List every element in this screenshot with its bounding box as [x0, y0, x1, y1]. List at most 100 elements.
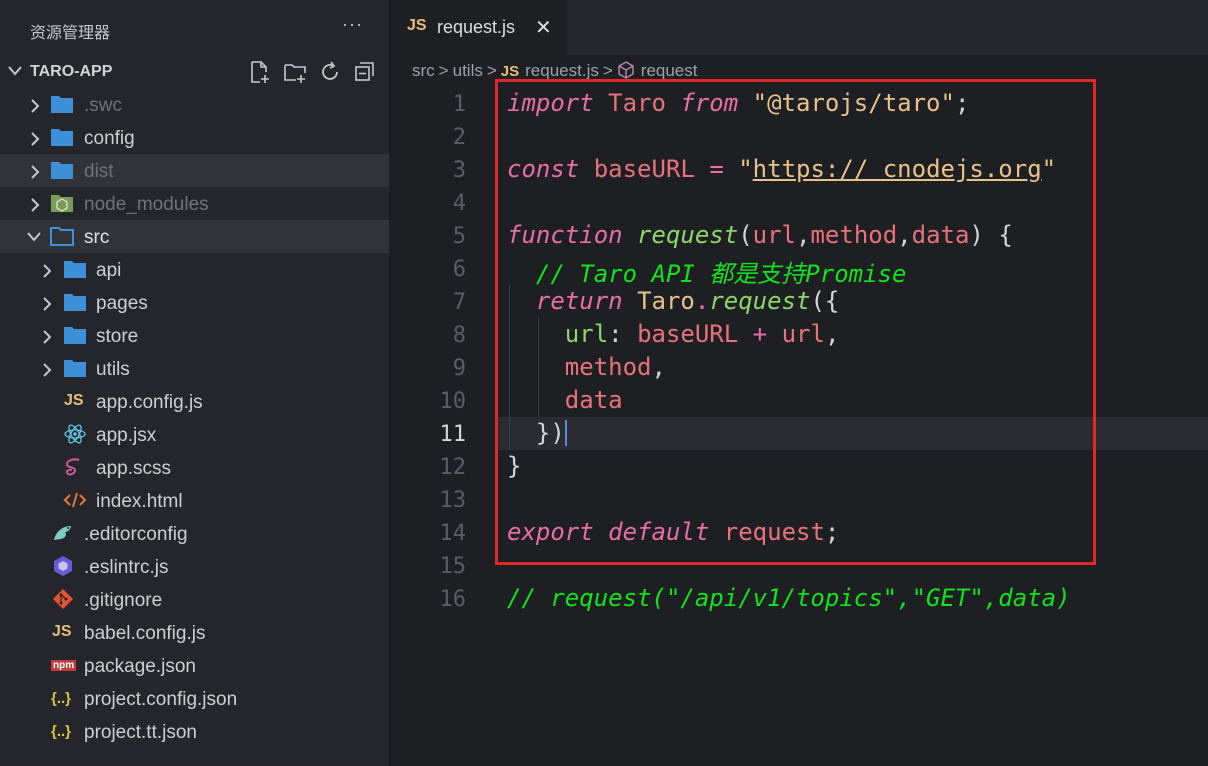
chevron-right-icon: [43, 363, 52, 377]
folder-icon: [51, 129, 73, 146]
line-number: 4: [452, 191, 466, 216]
tree-folder-swc[interactable]: .swc: [0, 88, 389, 121]
tab-request-js[interactable]: JS request.js ✕: [389, 0, 567, 55]
line-number: 6: [452, 257, 466, 282]
chevron-right-icon: >: [486, 61, 497, 80]
chevron-right-icon: [31, 198, 40, 212]
tree-folder-config[interactable]: config: [0, 121, 389, 154]
refresh-icon[interactable]: [318, 60, 342, 84]
tree-file-package-json[interactable]: npm package.json: [0, 649, 389, 682]
folder-icon: [64, 360, 86, 377]
tree-item-label: .swc: [84, 95, 122, 116]
chevron-right-icon: [31, 132, 40, 146]
folder-icon: [64, 327, 86, 344]
folder-icon: [51, 162, 73, 179]
new-file-icon[interactable]: [248, 60, 272, 84]
chevron-right-icon: [43, 330, 52, 344]
tree-file-index-html[interactable]: index.html: [0, 484, 389, 517]
breadcrumb-symbol[interactable]: request: [641, 61, 698, 80]
tree-item-label: project.config.json: [84, 689, 238, 710]
breadcrumb-file[interactable]: request.js: [525, 61, 599, 80]
chevron-right-icon: [31, 99, 40, 113]
line-number: 13: [439, 488, 467, 513]
tree-item-label: .gitignore: [84, 590, 163, 611]
react-icon: [64, 424, 86, 444]
line-number: 9: [452, 356, 466, 381]
tree-file-gitignore[interactable]: .gitignore: [0, 583, 389, 616]
tree-item-label: config: [84, 128, 135, 149]
line-number: 10: [439, 389, 467, 414]
highlight-annotation-box: [495, 79, 1096, 565]
line-number: 14: [439, 521, 467, 546]
chevron-right-icon: [43, 264, 52, 278]
tree-file-app-scss[interactable]: app.scss: [0, 451, 389, 484]
editor-tab-bar: JS request.js ✕: [389, 0, 1208, 55]
close-icon[interactable]: ✕: [535, 15, 552, 40]
tree-folder-utils[interactable]: utils: [0, 352, 389, 385]
chevron-down-icon: [27, 232, 41, 242]
symbol-method-icon: [618, 61, 634, 79]
tree-item-label: app.config.js: [96, 392, 203, 413]
breadcrumb-src[interactable]: src: [412, 61, 435, 80]
git-icon: [53, 589, 73, 609]
tree-item-label: .eslintrc.js: [84, 557, 169, 578]
folder-icon: [51, 96, 73, 113]
tree-item-label: package.json: [84, 656, 196, 677]
tree-file-project-config-json[interactable]: {..} project.config.json: [0, 682, 389, 715]
new-folder-icon[interactable]: [283, 60, 307, 84]
line-number: 5: [452, 224, 466, 249]
project-header[interactable]: TARO-APP: [0, 55, 389, 88]
line-number: 7: [452, 290, 466, 315]
tree-file-babel-config[interactable]: JS babel.config.js: [0, 616, 389, 649]
js-file-icon: JS: [64, 392, 84, 409]
tree-folder-store[interactable]: store: [0, 319, 389, 352]
tree-item-label: project.tt.json: [84, 722, 197, 743]
tree-file-project-tt-json[interactable]: {..} project.tt.json: [0, 715, 389, 748]
explorer-sidebar: 资源管理器 ··· TARO-APP .swc config dist node…: [0, 0, 389, 766]
collapse-all-icon[interactable]: [353, 60, 377, 84]
folder-icon: [64, 294, 86, 311]
tree-item-label: utils: [96, 359, 130, 380]
tree-file-app-config-js[interactable]: JS app.config.js: [0, 385, 389, 418]
comment: // request("/api/v1/topics","GET",data): [507, 584, 1071, 612]
breadcrumb-utils[interactable]: utils: [453, 61, 483, 80]
tree-folder-api[interactable]: api: [0, 253, 389, 286]
line-number: 12: [439, 455, 467, 480]
js-file-icon: JS: [407, 17, 427, 34]
tree-folder-pages[interactable]: pages: [0, 286, 389, 319]
tree-folder-src[interactable]: src: [0, 220, 389, 253]
tab-label: request.js: [437, 17, 516, 37]
eslint-icon: [54, 556, 72, 576]
chevron-right-icon: >: [602, 61, 613, 80]
tree-item-label: babel.config.js: [84, 623, 206, 644]
tree-item-label: app.scss: [96, 458, 171, 479]
node-folder-icon: [51, 195, 73, 212]
line-number: 3: [452, 158, 466, 183]
tree-item-label: api: [96, 260, 122, 281]
folder-icon: [64, 261, 86, 278]
json-icon: {..}: [51, 723, 72, 740]
tree-file-editorconfig[interactable]: .editorconfig: [0, 517, 389, 550]
js-file-icon: JS: [52, 623, 72, 640]
breadcrumb: src > utils > JS request.js > request: [412, 61, 697, 81]
js-file-icon: JS: [500, 63, 520, 80]
project-name: TARO-APP: [30, 63, 113, 80]
line-number: 15: [439, 554, 467, 579]
tree-file-app-jsx[interactable]: app.jsx: [0, 418, 389, 451]
tree-item-label: dist: [84, 161, 114, 182]
chevron-down-icon: [8, 66, 22, 76]
chevron-right-icon: [43, 297, 52, 311]
tree-file-eslintrc[interactable]: .eslintrc.js: [0, 550, 389, 583]
editorconfig-icon: [54, 526, 71, 540]
chevron-right-icon: [31, 165, 40, 179]
tree-item-label: node_modules: [84, 194, 209, 215]
tree-folder-dist[interactable]: dist: [0, 154, 389, 187]
more-actions-button[interactable]: ···: [342, 14, 363, 35]
line-number: 16: [439, 587, 467, 612]
line-number: 2: [452, 125, 466, 150]
tree-item-label: .editorconfig: [84, 524, 188, 545]
tree-folder-node-modules[interactable]: node_modules: [0, 187, 389, 220]
tree-item-label: index.html: [96, 491, 183, 512]
folder-open-icon: [50, 227, 74, 246]
npm-icon: npm: [51, 660, 77, 671]
